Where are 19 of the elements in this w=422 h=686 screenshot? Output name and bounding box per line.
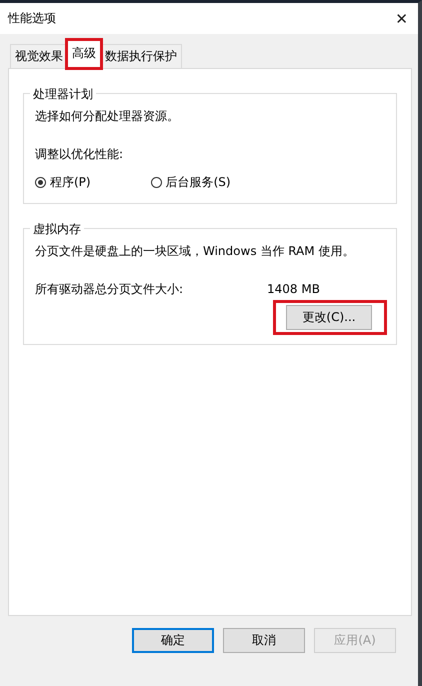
size-value: 1408 MB [267,281,320,297]
radio-button[interactable] [35,177,46,188]
group-title: 处理器计划 [30,86,96,103]
description-text: 选择如何分配处理器资源。 [35,108,180,124]
radio-option[interactable]: 后台服务(S) [150,174,231,191]
close-button[interactable]: ✕ [393,10,410,28]
dialog-button[interactable]: 取消 [223,628,305,653]
dialog-button[interactable]: 确定 [132,628,214,653]
tab[interactable]: 数据执行保护 [100,44,182,68]
size-label: 所有驱动器总分页文件大小: [35,281,184,297]
window-title: 性能选项 [8,10,56,27]
change-button[interactable]: 更改(C)... [286,305,372,330]
group-title: 虚拟内存 [30,221,84,238]
tab[interactable]: 高级 [67,40,101,68]
description-text: 分页文件是硬盘上的一块区域，Windows 当作 RAM 使用。 [35,243,356,259]
radio-option[interactable]: 程序(P) [35,174,91,191]
radio-button[interactable] [150,177,162,188]
prompt-label: 调整以优化性能: [35,146,124,162]
tab[interactable]: 视觉效果 [10,44,68,68]
